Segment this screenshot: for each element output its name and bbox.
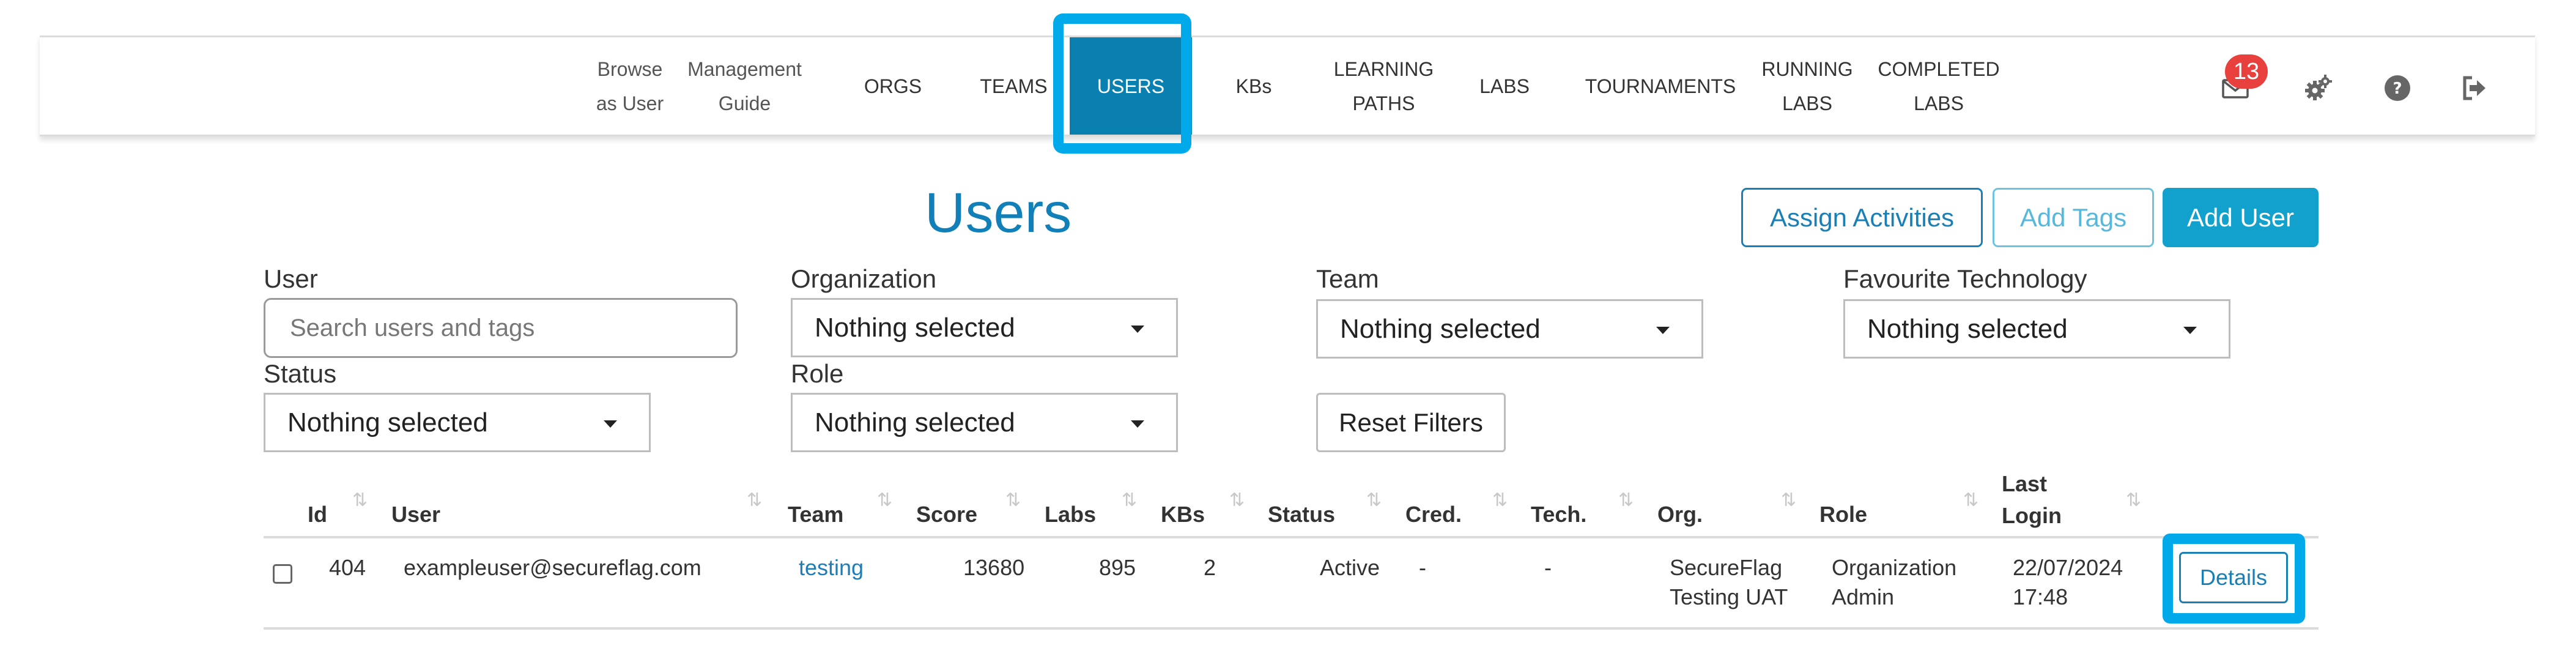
nav-completed-labs[interactable]: COMPLETED LABS xyxy=(1871,37,2006,135)
organization-select[interactable]: Nothing selected xyxy=(791,298,1178,357)
sort-icon[interactable]: ⇅ xyxy=(1781,489,1796,511)
gears-icon[interactable] xyxy=(2300,70,2336,106)
sort-icon[interactable]: ⇅ xyxy=(877,489,892,511)
cell-cred: - xyxy=(1419,555,1426,580)
cell-status: Active xyxy=(1320,555,1380,580)
user-filter-label: User xyxy=(264,264,318,293)
nav-labs[interactable]: LABS xyxy=(1468,37,1541,135)
column-header-org[interactable]: Org. xyxy=(1657,499,1703,530)
nav-browse-as-user[interactable]: Browse as User xyxy=(572,37,688,135)
chevron-down-icon xyxy=(2183,327,2197,334)
column-header-last-login[interactable]: Last Login xyxy=(2002,468,2062,532)
column-header-id[interactable]: Id xyxy=(308,499,327,530)
favourite-technology-filter-label: Favourite Technology xyxy=(1843,264,2087,293)
cell-team-link[interactable]: testing xyxy=(799,553,864,583)
organization-filter-label: Organization xyxy=(791,264,937,293)
assign-activities-button[interactable]: Assign Activities xyxy=(1741,188,1983,247)
help-icon[interactable]: ? xyxy=(2379,70,2416,106)
team-filter-label: Team xyxy=(1316,264,1379,293)
sort-icon[interactable]: ⇅ xyxy=(747,489,762,511)
column-header-role[interactable]: Role xyxy=(1819,499,1867,530)
details-button[interactable]: Details xyxy=(2179,552,2288,603)
cell-score: 13680 xyxy=(963,555,1025,580)
reset-filters-button[interactable]: Reset Filters xyxy=(1316,393,1506,452)
column-header-score[interactable]: Score xyxy=(916,499,977,530)
row-select-checkbox[interactable] xyxy=(273,564,292,584)
sort-icon[interactable]: ⇅ xyxy=(1229,489,1245,511)
cell-role: Organization Admin xyxy=(1832,555,1957,609)
nav-tournaments[interactable]: TOURNAMENTS xyxy=(1581,37,1740,135)
role-select[interactable]: Nothing selected xyxy=(791,393,1178,452)
nav-users[interactable]: USERS xyxy=(1070,37,1192,135)
notification-badge: 13 xyxy=(2225,54,2268,89)
nav-learning-paths[interactable]: LEARNING PATHS xyxy=(1324,37,1443,135)
role-filter-label: Role xyxy=(791,359,844,388)
chevron-down-icon xyxy=(1131,420,1144,428)
status-filter-label: Status xyxy=(264,359,337,388)
nav-management-guide[interactable]: Management Guide xyxy=(676,37,813,135)
sort-icon[interactable]: ⇅ xyxy=(352,489,368,511)
nav-orgs[interactable]: ORGS xyxy=(850,37,936,135)
add-user-button[interactable]: Add User xyxy=(2163,188,2319,247)
table-header-divider xyxy=(264,536,2319,538)
favourite-technology-select[interactable]: Nothing selected xyxy=(1843,299,2230,359)
status-select[interactable]: Nothing selected xyxy=(264,393,651,452)
table-row-divider xyxy=(264,627,2319,630)
column-header-cred[interactable]: Cred. xyxy=(1405,499,1462,530)
logout-icon[interactable] xyxy=(2456,70,2492,106)
page-title: Users xyxy=(925,182,1072,244)
sort-icon[interactable]: ⇅ xyxy=(1366,489,1382,511)
column-header-team[interactable]: Team xyxy=(788,499,843,530)
chevron-down-icon xyxy=(1656,327,1670,334)
sort-icon[interactable]: ⇅ xyxy=(1492,489,1508,511)
cell-id: 404 xyxy=(329,555,366,580)
sort-icon[interactable]: ⇅ xyxy=(2126,489,2141,511)
sort-icon[interactable]: ⇅ xyxy=(1618,489,1634,511)
column-header-user[interactable]: User xyxy=(391,499,440,530)
cell-labs: 895 xyxy=(1099,555,1136,580)
add-tags-button[interactable]: Add Tags xyxy=(1993,188,2154,247)
nav-kbs[interactable]: KBs xyxy=(1220,37,1287,135)
chevron-down-icon xyxy=(1131,326,1144,333)
nav-teams[interactable]: TEAMS xyxy=(963,37,1064,135)
sort-icon[interactable]: ⇅ xyxy=(1005,489,1021,511)
column-header-kbs[interactable]: KBs xyxy=(1161,499,1205,530)
svg-text:?: ? xyxy=(2393,80,2402,98)
search-users-input[interactable] xyxy=(264,298,738,358)
sort-icon[interactable]: ⇅ xyxy=(1122,489,1137,511)
column-header-labs[interactable]: Labs xyxy=(1045,499,1096,530)
cell-org: SecureFlag Testing UAT xyxy=(1670,555,1788,609)
team-select[interactable]: Nothing selected xyxy=(1316,299,1703,359)
cell-tech: - xyxy=(1544,555,1552,580)
cell-last-login: 22/07/2024 17:48 xyxy=(2013,555,2123,609)
column-header-tech[interactable]: Tech. xyxy=(1531,499,1586,530)
cell-user: exampleuser@secureflag.com xyxy=(404,555,701,580)
column-header-status[interactable]: Status xyxy=(1268,499,1335,530)
chevron-down-icon xyxy=(604,420,617,428)
top-navigation: Browse as User Management Guide ORGS TEAMS… xyxy=(40,35,2535,136)
nav-running-labs[interactable]: RUNNING LABS xyxy=(1755,37,1859,135)
sort-icon[interactable]: ⇅ xyxy=(1963,489,1978,511)
cell-kbs: 2 xyxy=(1204,555,1216,580)
